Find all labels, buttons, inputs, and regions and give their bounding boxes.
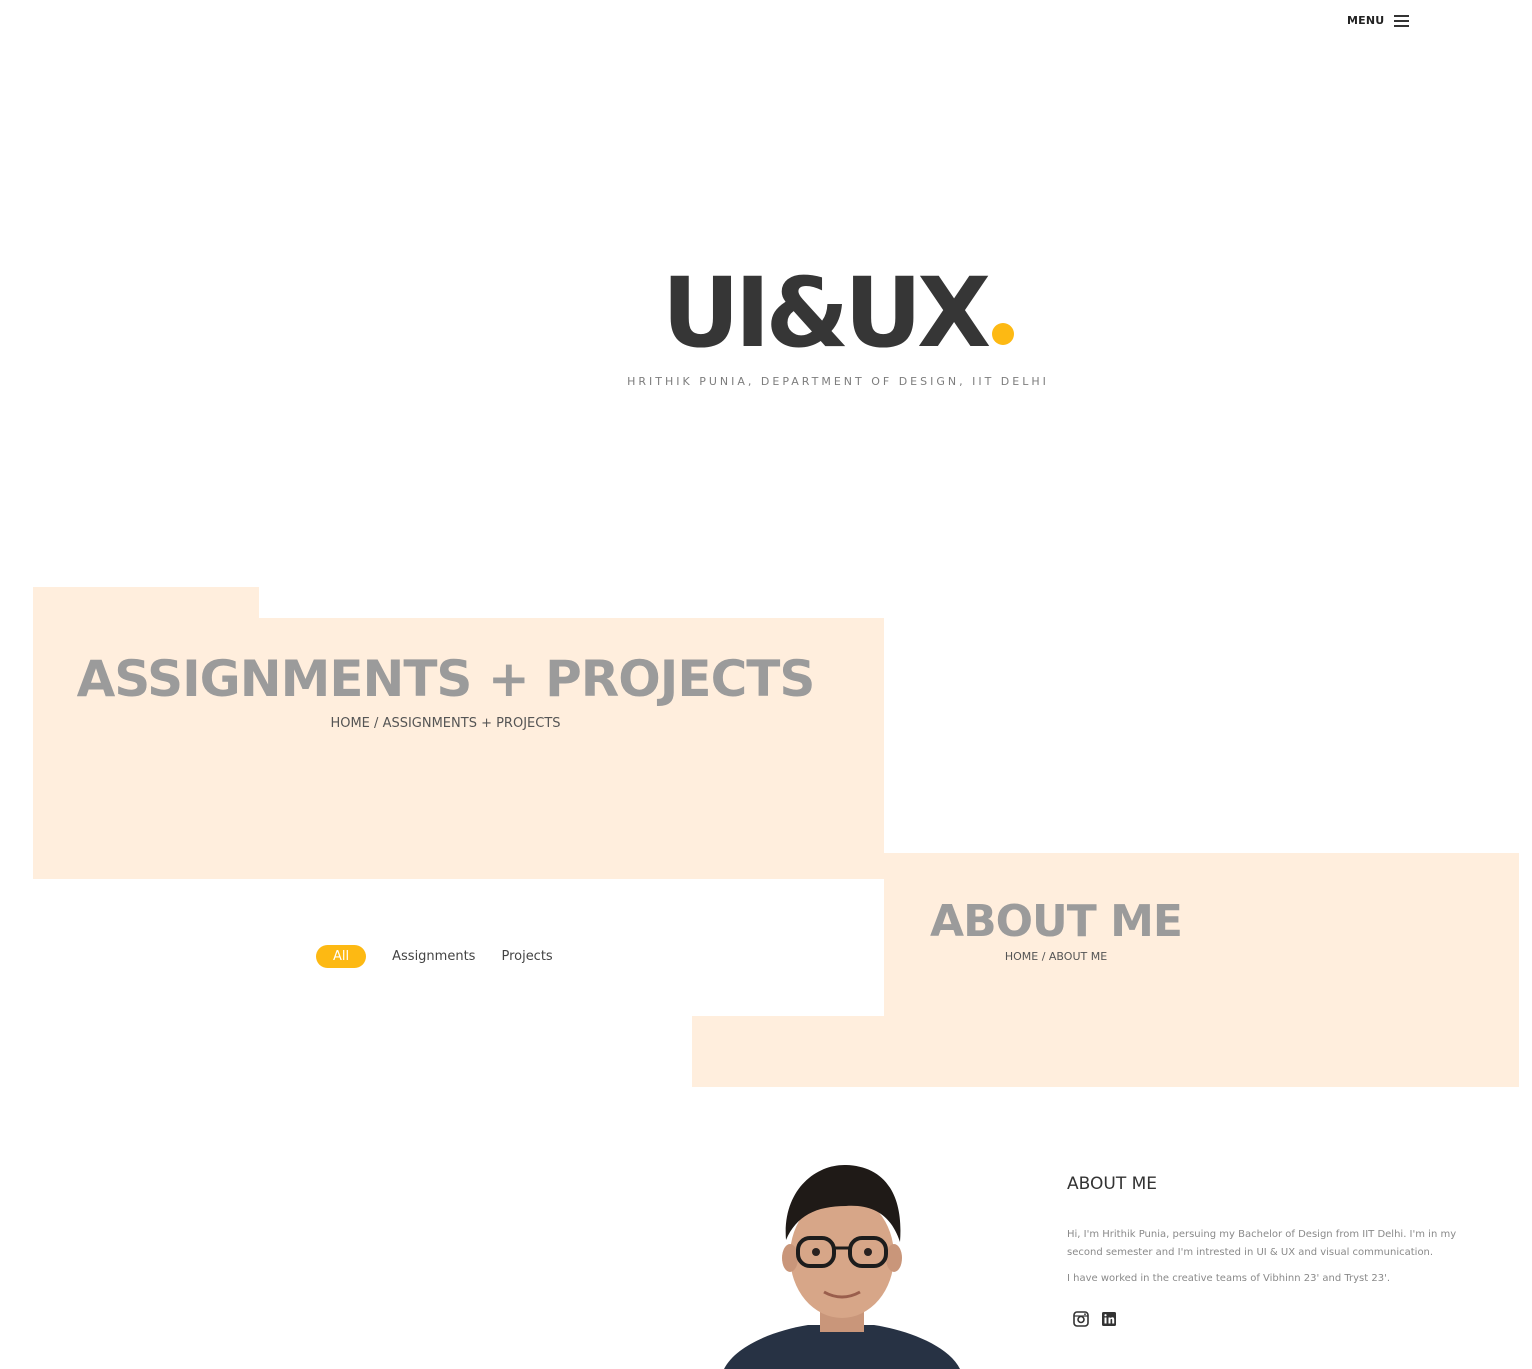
profile-photo (724, 1164, 960, 1369)
hamburger-icon (1394, 14, 1410, 27)
about-heading: ABOUT ME (1067, 1174, 1158, 1194)
breadcrumb-home-link[interactable]: HOME (1005, 950, 1038, 963)
instagram-icon[interactable] (1073, 1311, 1089, 1327)
breadcrumb-home-link[interactable]: HOME (330, 716, 369, 731)
about-paragraph: I have worked in the creative teams of V… (1067, 1273, 1391, 1284)
social-links (1073, 1311, 1117, 1327)
assignments-title: ASSIGNMENTS + PROJECTS (76, 650, 816, 708)
about-title: ABOUT ME (930, 896, 1183, 947)
hero-title: UI&UX (0, 258, 1532, 368)
filter-bar: All Assignments Projects (316, 945, 553, 968)
hero-subtitle: HRITHIK PUNIA, DEPARTMENT OF DESIGN, IIT… (627, 375, 1049, 388)
breadcrumb-current: ABOUT ME (1048, 950, 1108, 963)
about-panel-extension (692, 1016, 892, 1087)
menu-label: MENU (1347, 13, 1385, 27)
breadcrumb-current: ASSIGNMENTS + PROJECTS (382, 716, 561, 731)
menu-button[interactable]: MENU (1347, 10, 1410, 30)
filter-assignments[interactable]: Assignments (392, 945, 475, 968)
assignments-panel-tab (33, 587, 259, 619)
hero-title-text: UI&UX (661, 257, 991, 369)
filter-projects[interactable]: Projects (501, 945, 552, 968)
about-panel (884, 853, 1519, 1087)
filter-all[interactable]: All (316, 945, 367, 968)
breadcrumb-separator: / (1038, 950, 1049, 963)
accent-dot-icon (992, 323, 1015, 345)
linkedin-icon[interactable] (1101, 1311, 1117, 1327)
breadcrumb-separator: / (369, 716, 383, 731)
about-paragraph: Hi, I'm Hrithik Punia, persuing my Bache… (1067, 1229, 1457, 1258)
about-breadcrumb: HOME / ABOUT ME (884, 950, 1228, 963)
assignments-breadcrumb: HOME / ASSIGNMENTS + PROJECTS (33, 716, 858, 731)
